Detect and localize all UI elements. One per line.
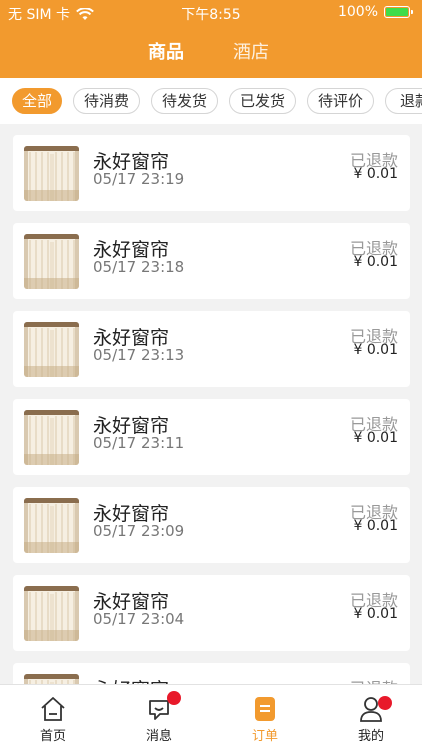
order-card[interactable]: 永好窗帘 05/17 23:11 已退款 ¥ 0.01 (13, 399, 410, 475)
order-price: ¥ 0.01 (353, 166, 398, 182)
product-thumbnail (24, 322, 79, 377)
order-icon (255, 697, 275, 721)
order-card[interactable]: 永好窗帘 已退款 (13, 663, 410, 684)
filter-shipped[interactable]: 已发货 (229, 88, 296, 114)
app-header: 无 SIM 卡 下午8:55 100% 商品 酒店 (0, 0, 422, 78)
order-card[interactable]: 永好窗帘 05/17 23:13 已退款 ¥ 0.01 (13, 311, 410, 387)
status-bar: 无 SIM 卡 下午8:55 100% (0, 0, 422, 24)
home-icon (41, 697, 65, 721)
filter-refund[interactable]: 退款 (385, 88, 422, 114)
order-price: ¥ 0.01 (353, 342, 398, 358)
product-thumbnail (24, 498, 79, 553)
order-time: 05/17 23:11 (93, 434, 185, 452)
top-tabs: 商品 酒店 (0, 38, 422, 64)
battery-icon (384, 5, 414, 19)
tab-home-label: 首页 (39, 729, 66, 744)
tab-orders[interactable]: 订单 (212, 685, 318, 750)
order-time: 05/17 23:13 (93, 346, 185, 364)
tab-goods[interactable]: 商品 (148, 38, 184, 64)
status-right: 100% (338, 4, 414, 20)
order-price: ¥ 0.01 (353, 606, 398, 622)
order-price: ¥ 0.01 (353, 254, 398, 270)
order-card[interactable]: 永好窗帘 05/17 23:18 已退款 ¥ 0.01 (13, 223, 410, 299)
product-thumbnail (24, 586, 79, 641)
order-price: ¥ 0.01 (353, 430, 398, 446)
tab-profile-label: 我的 (357, 729, 384, 744)
order-time: 05/17 23:09 (93, 522, 185, 540)
order-card[interactable]: 永好窗帘 05/17 23:04 已退款 ¥ 0.01 (13, 575, 410, 651)
filter-all[interactable]: 全部 (12, 88, 62, 114)
order-card[interactable]: 永好窗帘 05/17 23:19 已退款 ¥ 0.01 (13, 135, 410, 211)
order-title: 永好窗帘 (93, 675, 169, 684)
tab-messages[interactable]: 消息 (106, 685, 212, 750)
tab-hotel[interactable]: 酒店 (233, 38, 269, 64)
bottom-tab-bar: 首页 消息 订单 我的 (0, 684, 422, 750)
tab-messages-label: 消息 (145, 729, 172, 744)
product-thumbnail (24, 146, 79, 201)
filter-to-ship[interactable]: 待发货 (151, 88, 218, 114)
battery-percent: 100% (337, 4, 378, 20)
tab-home[interactable]: 首页 (0, 685, 106, 750)
order-time: 05/17 23:18 (93, 258, 185, 276)
product-thumbnail (24, 234, 79, 289)
product-thumbnail (24, 674, 79, 684)
tab-profile[interactable]: 我的 (318, 685, 422, 750)
messages-badge (167, 691, 181, 705)
order-price: ¥ 0.01 (353, 518, 398, 534)
profile-badge (378, 696, 392, 710)
tab-orders-label: 订单 (251, 729, 278, 744)
order-time: 05/17 23:19 (93, 170, 185, 188)
filter-bar: 全部 待消费 待发货 已发货 待评价 退款 (0, 78, 422, 124)
filter-to-review[interactable]: 待评价 (307, 88, 374, 114)
order-card[interactable]: 永好窗帘 05/17 23:09 已退款 ¥ 0.01 (13, 487, 410, 563)
order-list: 永好窗帘 05/17 23:19 已退款 ¥ 0.01 永好窗帘 05/17 23:18… (0, 124, 422, 684)
product-thumbnail (24, 410, 79, 465)
filter-to-consume[interactable]: 待消费 (73, 88, 140, 114)
order-time: 05/17 23:04 (93, 610, 185, 628)
order-status: 已退款 (350, 675, 398, 684)
